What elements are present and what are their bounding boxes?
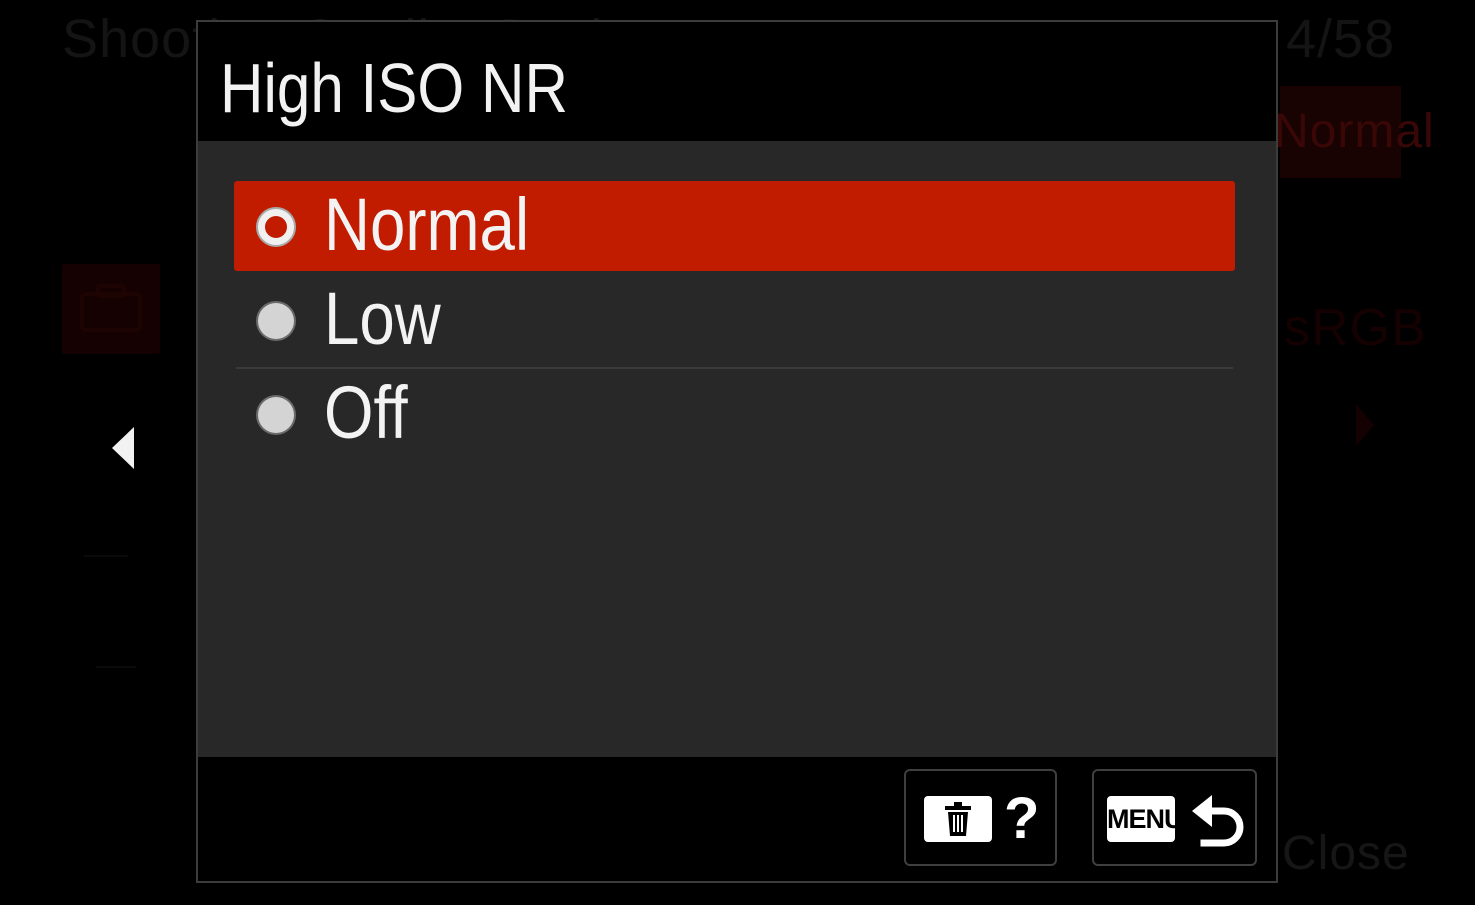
- radio-unselected-icon: [256, 395, 296, 435]
- help-button[interactable]: ?: [904, 769, 1057, 866]
- menu-key: MENU: [1107, 796, 1184, 842]
- option-list: Normal Low Off: [234, 181, 1235, 461]
- background-footer-text: Close: [1282, 827, 1410, 880]
- background-divider: [96, 666, 136, 668]
- option-normal[interactable]: Normal: [234, 181, 1235, 271]
- return-arrow-icon: [1192, 795, 1244, 847]
- left-arrow-icon: [112, 427, 134, 469]
- radio-unselected-icon: [256, 301, 296, 341]
- option-low[interactable]: Low: [234, 275, 1235, 367]
- radio-selected-icon: [256, 207, 296, 247]
- menu-back-button[interactable]: MENU: [1092, 769, 1257, 866]
- help-icon: ?: [1004, 786, 1040, 851]
- trash-icon: [945, 802, 971, 836]
- option-label: Low: [324, 277, 441, 360]
- option-label: Off: [324, 371, 408, 454]
- camera-icon: [80, 284, 142, 332]
- background-camera-tab: [62, 264, 160, 354]
- right-arrow-icon: [1356, 404, 1374, 446]
- option-label: Normal: [324, 183, 530, 266]
- background-page-indicator: 4/58: [1286, 9, 1396, 69]
- high-iso-nr-dialog: High ISO NR Normal Low Off ? MENU: [196, 20, 1278, 883]
- option-off[interactable]: Off: [234, 369, 1235, 461]
- dialog-title: High ISO NR: [220, 49, 568, 127]
- background-color-space-value: sRGB: [1284, 299, 1427, 357]
- camera-screen: Shooting Quality Setting 4/58 Normal sRG…: [0, 0, 1475, 905]
- dialog-header: High ISO NR: [198, 22, 1276, 141]
- background-current-value: Normal: [1274, 86, 1434, 178]
- background-divider: [84, 555, 128, 557]
- dialog-footer: ? MENU: [198, 757, 1276, 881]
- delete-key: [924, 796, 992, 842]
